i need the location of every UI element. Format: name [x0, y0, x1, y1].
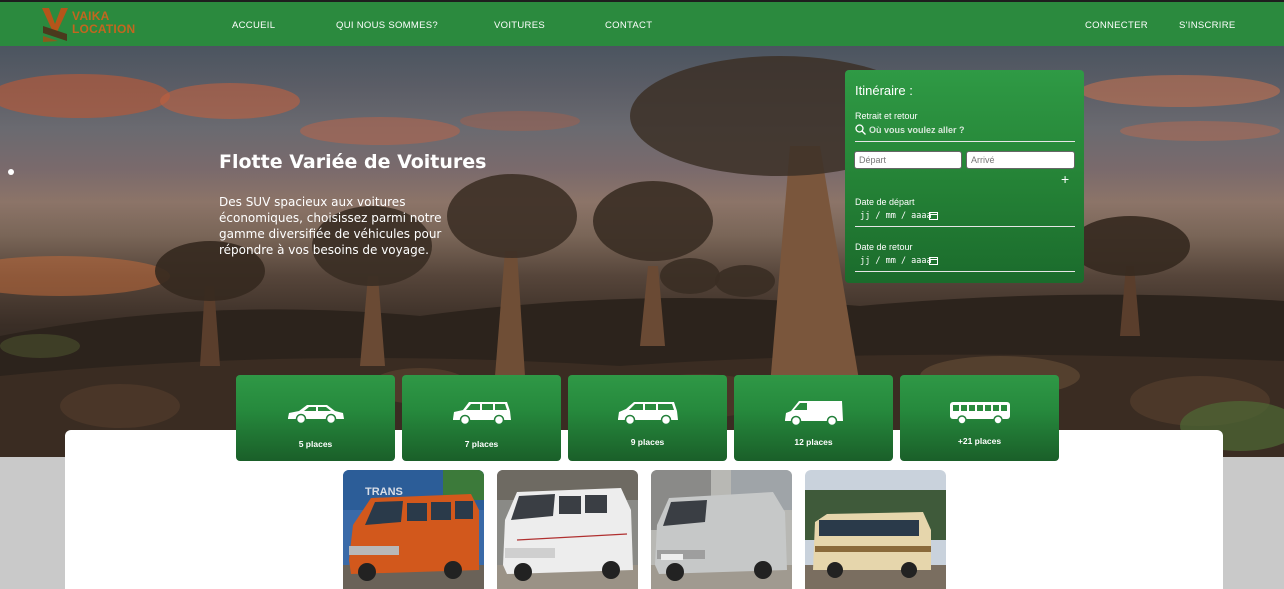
hero-description: Des SUV spacieux aux voitures économique… [219, 195, 442, 257]
nav-connecter[interactable]: CONNECTER [1085, 20, 1148, 31]
white-sprinter-photo [497, 470, 638, 589]
search-icon [855, 124, 866, 135]
date-depart-input[interactable]: jj / mm / aaaa [855, 209, 1075, 227]
silver-sprinter-photo [651, 470, 792, 589]
cream-coaster-bus-photo [805, 470, 946, 589]
minivan-icon [452, 402, 511, 426]
category-5-places-button[interactable]: 5 places [236, 375, 395, 461]
depart-input[interactable]: Départ [854, 151, 962, 169]
hero-title: Flotte Variée de Voitures [219, 151, 487, 173]
category-label: 9 places [630, 437, 665, 447]
logo-mark-icon [42, 8, 68, 42]
car-icon [287, 405, 344, 425]
arrive-input[interactable]: Arrivé [966, 151, 1075, 169]
category-7-places-button[interactable]: 7 places [402, 375, 561, 461]
date-depart-value: jj / mm / aaaa [860, 211, 932, 221]
large-van-icon [784, 401, 843, 427]
vehicle-card-orange-minibus[interactable]: TRANS [343, 470, 484, 589]
vehicle-card-white-sprinter[interactable] [497, 470, 638, 589]
itinerary-title: Itinéraire : [855, 83, 913, 98]
category-9-places-button[interactable]: 9 places [568, 375, 727, 461]
calendar-icon[interactable] [929, 211, 938, 220]
add-stop-icon[interactable]: + [1061, 171, 1069, 187]
logo-line-2: LOCATION [72, 22, 136, 36]
date-retour-value: jj / mm / aaaa [860, 256, 932, 266]
nav-sinscrire[interactable]: S'INSCRIRE [1179, 20, 1236, 31]
category-label: 5 places [298, 439, 333, 449]
navbar: VAIKA LOCATION ACCUEIL QUI NOUS SOMMES? … [0, 0, 1284, 46]
date-retour-label: Date de retour [855, 242, 913, 252]
destination-search-input[interactable]: Où vous voulez aller ? [855, 124, 1075, 142]
calendar-icon[interactable] [929, 256, 938, 265]
slider-indicator-dot[interactable] [8, 169, 14, 175]
brand-logo[interactable]: VAIKA LOCATION [40, 6, 140, 44]
svg-text:TRANS: TRANS [365, 486, 403, 498]
date-retour-input[interactable]: jj / mm / aaaa [855, 254, 1075, 272]
category-label: 12 places [794, 437, 833, 447]
bus-icon [949, 402, 1010, 425]
pickup-return-label: Retrait et retour [855, 111, 918, 121]
van-icon [617, 402, 678, 426]
nav-contact[interactable]: CONTACT [605, 20, 652, 31]
nav-qui-nous-sommes[interactable]: QUI NOUS SOMMES? [336, 20, 438, 31]
vehicle-card-cream-bus[interactable] [805, 470, 946, 589]
nav-accueil[interactable]: ACCUEIL [232, 20, 275, 31]
search-placeholder: Où vous voulez aller ? [869, 125, 965, 135]
itinerary-form: Itinéraire : Retrait et retour Où vous v… [845, 70, 1084, 283]
nav-voitures[interactable]: VOITURES [494, 20, 545, 31]
category-12-places-button[interactable]: 12 places [734, 375, 893, 461]
category-21-places-button[interactable]: +21 places [900, 375, 1059, 461]
category-label: +21 places [957, 436, 1002, 446]
category-label: 7 places [464, 439, 499, 449]
vehicle-card-silver-sprinter[interactable] [651, 470, 792, 589]
date-depart-label: Date de départ [855, 197, 915, 207]
orange-minibus-photo: TRANS [343, 470, 484, 589]
logo-text: VAIKA LOCATION [72, 10, 135, 36]
